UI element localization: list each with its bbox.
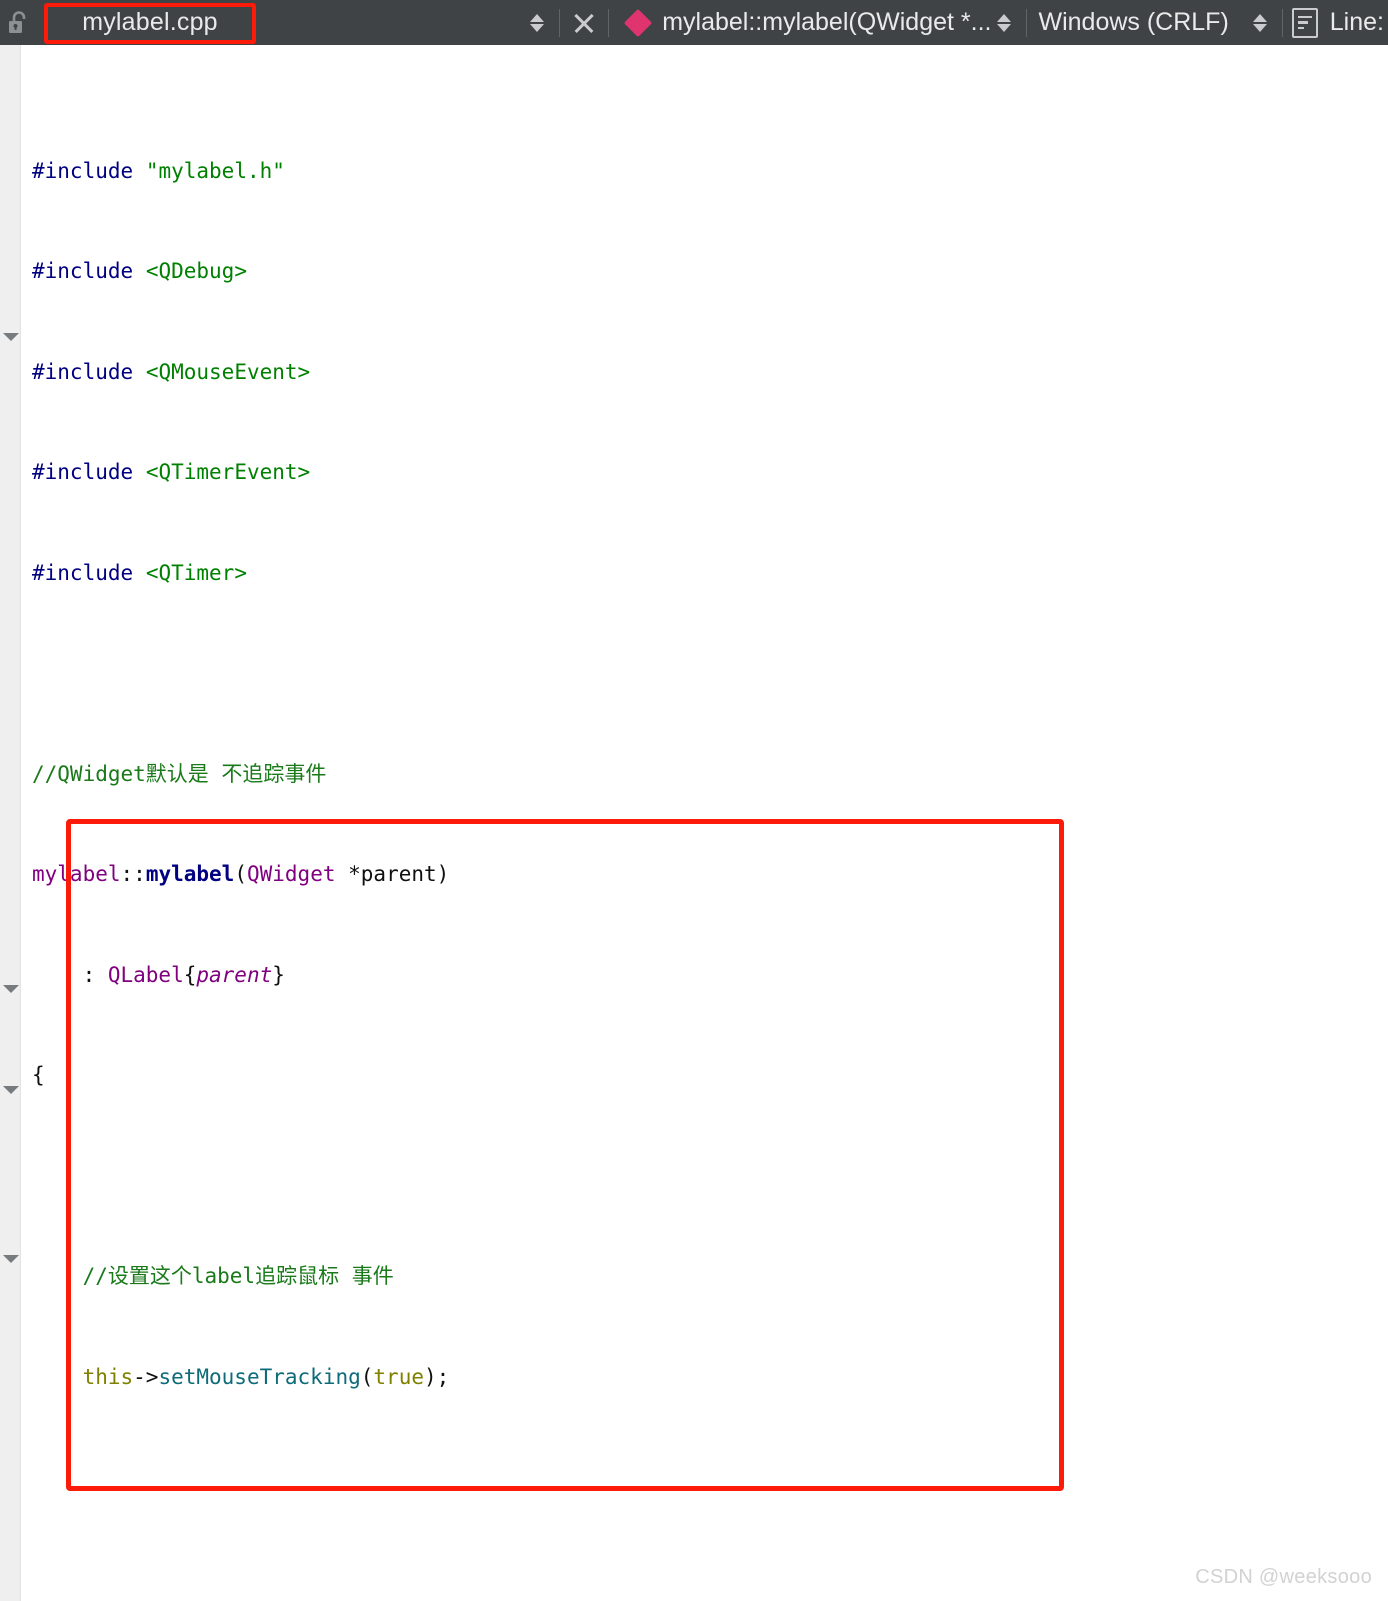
document-lines-icon[interactable]: [1291, 7, 1318, 38]
toolbar-divider: [1281, 8, 1283, 37]
close-icon[interactable]: [569, 8, 599, 38]
code-line: this->setMouseTracking(true);: [82, 1364, 450, 1389]
code-line: #include <QDebug>: [32, 259, 247, 283]
chevron-down-icon: [1252, 23, 1267, 32]
file-tab-label: mylabel.cpp: [82, 8, 218, 36]
code-editor-text-area[interactable]: #include "mylabel.h" #include <QDebug> #…: [22, 45, 1388, 1601]
toolbar-divider: [559, 8, 561, 37]
symbol-selector-label: mylabel::mylabel(QWidget *...: [662, 8, 992, 36]
editor-gutter: [0, 45, 21, 1601]
code-line: //设置这个label追踪鼠标 事件: [82, 1264, 394, 1288]
code-line: #include <QTimerEvent>: [32, 460, 311, 484]
chevron-down-icon: [530, 23, 545, 32]
line-ending-label: Windows (CRLF): [1038, 8, 1229, 36]
open-file-selector[interactable]: mylabel.cpp: [44, 2, 256, 44]
pink-diamond-icon: [624, 8, 653, 37]
line-indicator-label: Line:: [1329, 8, 1384, 36]
chevron-up-icon: [530, 13, 545, 22]
code-line: {: [32, 1063, 45, 1087]
chevron-up-icon: [997, 13, 1012, 22]
toolbar-divider: [608, 8, 610, 37]
fold-collapse-triangle-icon[interactable]: [3, 333, 19, 341]
code-line: //QWidget默认是 不追踪事件: [32, 761, 327, 786]
lock-icon[interactable]: [0, 0, 38, 45]
watermark: CSDN @weeksooo: [1195, 1566, 1372, 1588]
fold-collapse-triangle-icon[interactable]: [3, 1086, 19, 1094]
code-editor-screenshot: mylabel.cpp mylabel::mylabel(QWidget *..…: [0, 0, 1388, 1601]
chevron-up-icon: [1252, 13, 1267, 22]
code-line: #include "mylabel.h": [32, 158, 285, 183]
line-ending-dropdown-icon[interactable]: [1247, 0, 1273, 45]
code-line: #include <QTimer>: [32, 560, 247, 585]
fold-collapse-triangle-icon[interactable]: [3, 1255, 19, 1263]
editor-toolbar: mylabel.cpp mylabel::mylabel(QWidget *..…: [0, 0, 1388, 45]
code-line: : QLabel{parent}: [32, 962, 285, 987]
symbol-dropdown-icon[interactable]: [991, 0, 1017, 45]
chevron-down-icon: [997, 23, 1012, 32]
fold-collapse-triangle-icon[interactable]: [3, 985, 19, 993]
file-dropdown-icon[interactable]: [524, 0, 550, 45]
code-line: mylabel::mylabel(QWidget *parent): [32, 862, 450, 886]
toolbar-divider: [1026, 8, 1028, 37]
code-line: #include <QMouseEvent>: [32, 359, 311, 384]
